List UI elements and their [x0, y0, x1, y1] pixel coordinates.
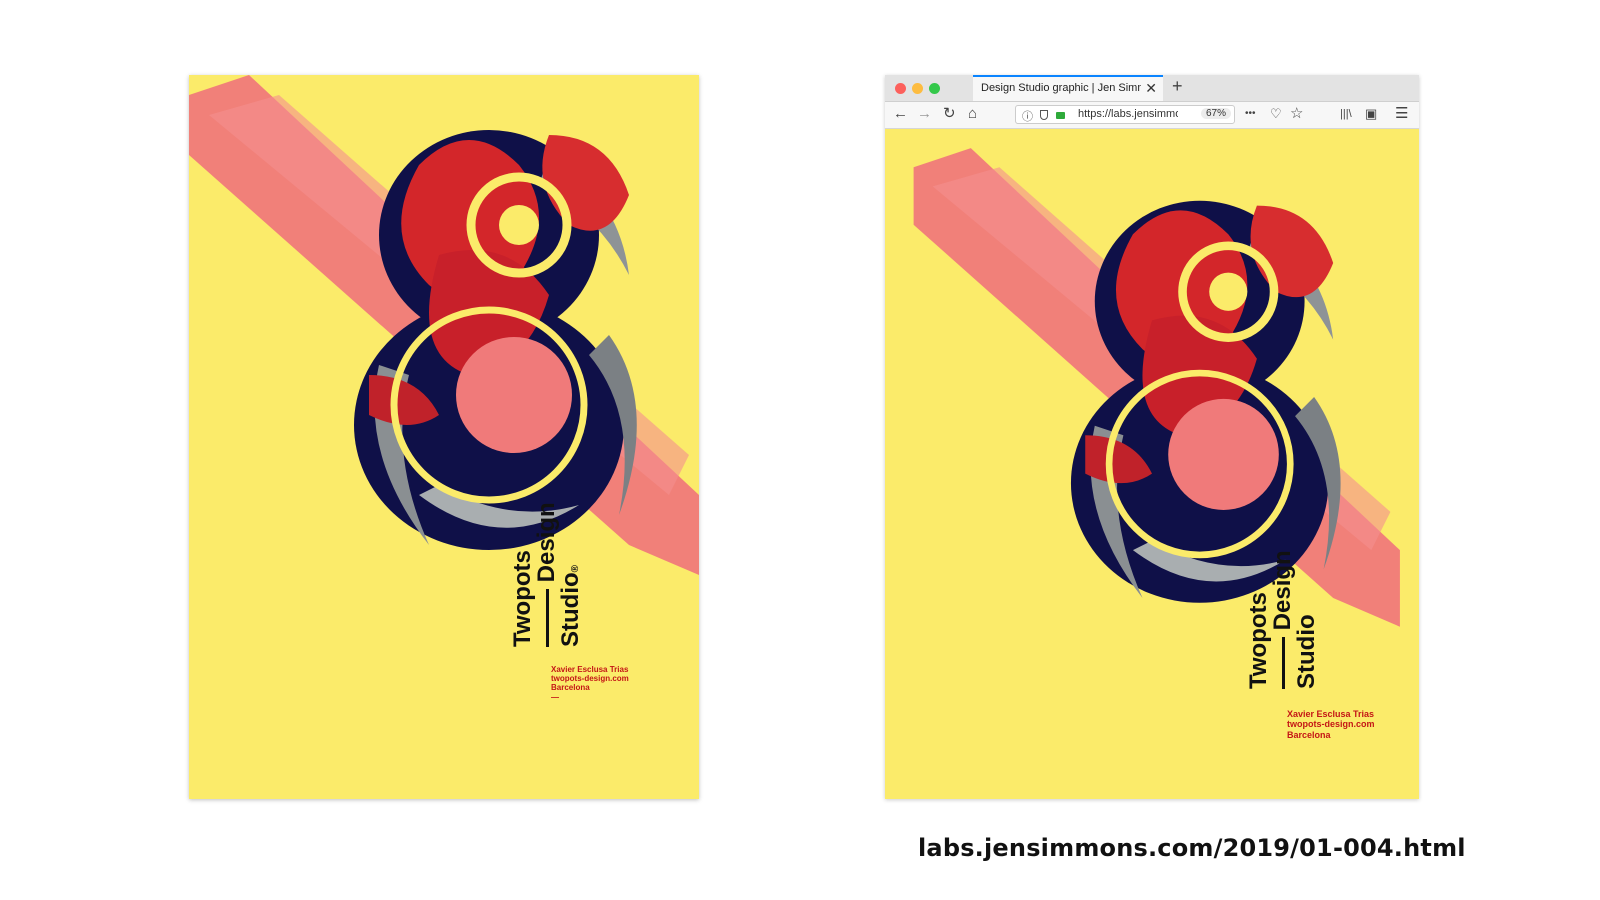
pocket-icon[interactable]: ♡ — [1270, 106, 1282, 122]
reload-icon[interactable]: ↻ — [943, 106, 956, 122]
minimize-window-button[interactable] — [912, 83, 923, 94]
url-text[interactable]: https://labs.jensimmons.com/2019/01-004.… — [1078, 108, 1178, 120]
web-title-line3: Studio — [1293, 614, 1320, 689]
credit-site: twopots-design.com — [551, 674, 629, 684]
nav-bar: ← → ↻ ⌂ ⓘ https://labs.jensimmons.com/20… — [885, 102, 1419, 129]
menu-icon[interactable]: ☰ — [1395, 106, 1408, 122]
browser-window: Design Studio graphic | Jen Simmons ✕ + … — [885, 75, 1419, 799]
poster-title: Twopots Design Studio® — [509, 502, 584, 647]
new-tab-button[interactable]: + — [1172, 76, 1183, 97]
close-window-button[interactable] — [895, 83, 906, 94]
web-title-line2: Design — [1269, 550, 1296, 631]
forward-icon[interactable]: → — [917, 106, 932, 122]
poster-image-original: Twopots Design Studio® Xavier Esclusa Tr… — [189, 75, 699, 799]
sidebar-icon[interactable]: ▣ — [1365, 106, 1377, 122]
credit-dash: — — [551, 692, 559, 702]
more-actions-icon[interactable]: ••• — [1245, 106, 1256, 122]
web-credit-site: twopots-design.com — [1287, 719, 1375, 730]
web-poster-title: Twopots Design Studio — [1245, 550, 1320, 689]
poster-artwork-web — [885, 129, 1419, 799]
tab-title: Design Studio graphic | Jen Simmons — [981, 82, 1141, 94]
credit-city: Barcelona — [551, 683, 590, 693]
page-viewport: Twopots Design Studio Xavier Esclusa Tri… — [885, 129, 1419, 799]
home-icon[interactable]: ⌂ — [968, 106, 977, 122]
web-title-line1: Twopots — [1245, 592, 1272, 689]
web-poster-credits: Xavier Esclusa Trias twopots-design.com … — [1287, 709, 1375, 740]
poster-title-rule — [546, 589, 550, 647]
library-icon[interactable]: |||\ — [1340, 106, 1352, 122]
info-icon[interactable]: ⓘ — [1022, 108, 1033, 124]
web-title-rule — [1282, 637, 1286, 689]
web-credit-name: Xavier Esclusa Trias — [1287, 709, 1375, 719]
credit-name: Xavier Esclusa Trias — [551, 665, 629, 674]
poster-credits: Xavier Esclusa Trias twopots-design.com … — [551, 665, 629, 702]
registered-mark: ® — [570, 564, 581, 573]
tab-close-icon[interactable]: ✕ — [1145, 80, 1157, 97]
url-bar[interactable]: ⓘ https://labs.jensimmons.com/2019/01-00… — [1015, 105, 1235, 124]
back-icon[interactable]: ← — [893, 106, 908, 122]
poster-title-line1: Twopots — [509, 550, 536, 647]
lock-icon — [1056, 112, 1065, 119]
bookmark-star-icon[interactable]: ☆ — [1290, 106, 1303, 122]
poster-title-line2: Design — [533, 502, 560, 583]
poster-title-line3: Studio — [557, 572, 584, 647]
shield-icon[interactable] — [1040, 110, 1048, 120]
browser-tab-active[interactable]: Design Studio graphic | Jen Simmons ✕ — [973, 75, 1163, 101]
zoom-indicator[interactable]: 67% — [1201, 108, 1232, 119]
demo-url-caption: labs.jensimmons.com/2019/01-004.html — [918, 834, 1466, 862]
maximize-window-button[interactable] — [929, 83, 940, 94]
tab-bar: Design Studio graphic | Jen Simmons ✕ + — [885, 75, 1419, 102]
web-credit-city: Barcelona — [1287, 729, 1331, 740]
